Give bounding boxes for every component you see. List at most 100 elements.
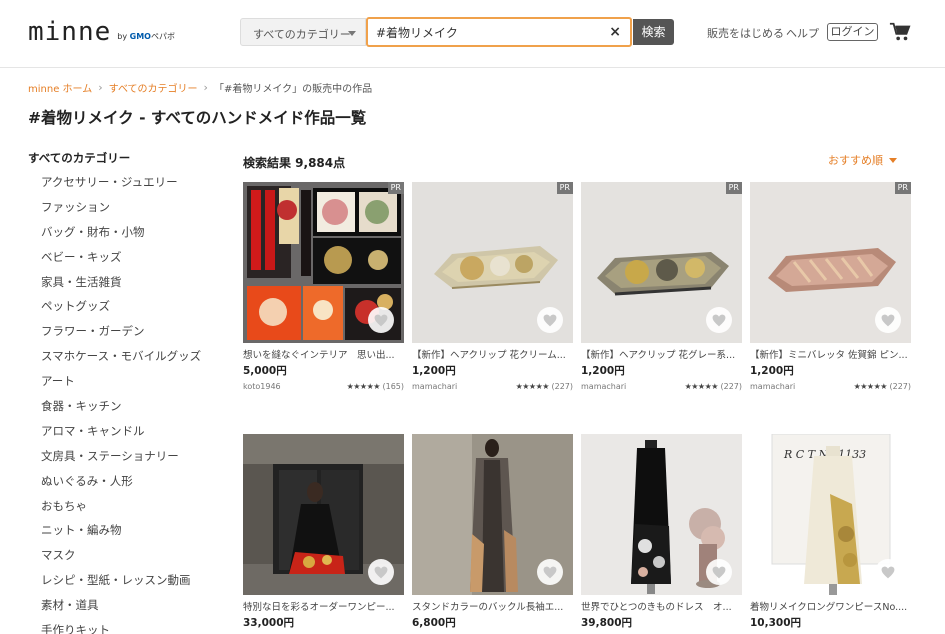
product-price: 33,000円 — [243, 617, 295, 629]
product-card[interactable]: PR 【新作】ヘアクリップ 花グレー系... 1,200円 mamachari … — [581, 182, 742, 393]
sidebar-item-aroma[interactable]: アロマ・キャンドル — [28, 419, 218, 444]
pr-badge: PR — [894, 182, 911, 194]
review-count: (227) — [551, 382, 573, 391]
product-meta: mamachari ★★★★★ (227) — [412, 381, 573, 393]
heart-icon[interactable] — [875, 559, 901, 585]
chevron-down-icon — [348, 31, 356, 36]
product-card[interactable]: スタンドカラーのバックル長袖エ... 6,800円 — [412, 434, 573, 630]
review-count: (165) — [382, 382, 404, 391]
product-image[interactable]: PR — [412, 182, 573, 343]
product-image[interactable] — [581, 434, 742, 595]
search-button[interactable]: 検索 — [633, 19, 674, 45]
sidebar-item-fashion[interactable]: ファッション — [28, 195, 218, 220]
category-select[interactable]: すべてのカテゴリー — [240, 18, 366, 46]
product-title[interactable]: 着物リメイクロングワンピースNo.... — [750, 601, 911, 614]
logo-text: minne — [28, 17, 112, 47]
sidebar-item-recipe[interactable]: レシピ・型紙・レッスン動画 — [28, 568, 218, 593]
heart-icon[interactable] — [368, 307, 394, 333]
product-price: 1,200円 — [412, 365, 456, 377]
rating: ★★★★★ (227) — [685, 381, 742, 393]
sidebar-item-knit[interactable]: ニット・編み物 — [28, 518, 218, 543]
product-card[interactable]: PR 【新作】ヘアクリップ 花クリーム... 1,200円 mamachari … — [412, 182, 573, 393]
category-sidebar: すべてのカテゴリー アクセサリー・ジュエリー ファッション バッグ・財布・小物 … — [28, 150, 218, 634]
sidebar-item-materials[interactable]: 素材・道具 — [28, 593, 218, 618]
search-box: × — [366, 17, 632, 47]
sidebar-item-plush[interactable]: ぬいぐるみ・人形 — [28, 469, 218, 494]
rating-stars: ★★★★★ — [515, 382, 550, 391]
heart-icon[interactable] — [875, 307, 901, 333]
product-title[interactable]: 特別な日を彩るオーダーワンピー... — [243, 601, 404, 614]
sidebar-item-flower[interactable]: フラワー・ガーデン — [28, 319, 218, 344]
review-count: (227) — [720, 382, 742, 391]
product-image[interactable]: R C T No.1133 — [750, 434, 911, 595]
clear-icon[interactable]: × — [609, 23, 621, 41]
pr-badge: PR — [725, 182, 742, 194]
product-image[interactable]: PR — [750, 182, 911, 343]
sidebar-item-accessory[interactable]: アクセサリー・ジュエリー — [28, 170, 218, 195]
product-card[interactable]: 特別な日を彩るオーダーワンピー... 33,000円 — [243, 434, 404, 630]
sidebar-heading[interactable]: すべてのカテゴリー — [28, 150, 218, 166]
sort-dropdown[interactable]: おすすめ順 — [828, 152, 897, 168]
breadcrumb-all-categories[interactable]: すべてのカテゴリー — [109, 80, 198, 95]
sidebar-item-kits[interactable]: 手作りキット — [28, 618, 218, 634]
sidebar-item-art[interactable]: アート — [28, 369, 218, 394]
product-price: 10,300円 — [750, 617, 802, 629]
product-image[interactable]: PR — [243, 182, 404, 343]
page-title: #着物リメイク - すべてのハンドメイド作品一覧 — [28, 109, 367, 127]
rating: ★★★★★ (227) — [854, 381, 911, 393]
heart-icon[interactable] — [537, 307, 563, 333]
pr-badge: PR — [387, 182, 404, 194]
rating-stars: ★★★★★ — [346, 382, 381, 391]
heart-icon[interactable] — [537, 559, 563, 585]
sidebar-item-pet[interactable]: ペットグッズ — [28, 294, 218, 319]
sidebar-item-phone-case[interactable]: スマホケース・モバイルグッズ — [28, 344, 218, 369]
logo-byline: by GMOペパボ — [117, 32, 175, 41]
product-image[interactable] — [243, 434, 404, 595]
sidebar-item-bags[interactable]: バッグ・財布・小物 — [28, 220, 218, 245]
seller-name[interactable]: mamachari — [412, 381, 457, 393]
start-selling-link[interactable]: 販売をはじめる — [707, 25, 784, 41]
sidebar-item-toys[interactable]: おもちゃ — [28, 494, 218, 519]
product-title[interactable]: 世界でひとつのきものドレス オ... — [581, 601, 742, 614]
product-meta: mamachari ★★★★★ (227) — [750, 381, 911, 393]
rating-stars: ★★★★★ — [853, 382, 888, 391]
seller-name[interactable]: mamachari — [750, 381, 795, 393]
product-card[interactable]: 世界でひとつのきものドレス オ... 39,800円 — [581, 434, 742, 630]
product-title[interactable]: 【新作】ヘアクリップ 花クリーム... — [412, 349, 573, 362]
product-card[interactable]: PR 【新作】ミニバレッタ 佐賀錦 ピン... 1,200円 mamachari… — [750, 182, 911, 393]
product-title[interactable]: 想いを縫なぐインテリア 思い出... — [243, 349, 404, 362]
chevron-right-icon: › — [98, 81, 103, 94]
sidebar-item-stationery[interactable]: 文房具・ステーショナリー — [28, 444, 218, 469]
product-price: 5,000円 — [243, 365, 287, 377]
minne-logo[interactable]: minne by GMOペパボ — [28, 18, 175, 46]
product-title[interactable]: スタンドカラーのバックル長袖エ... — [412, 601, 573, 614]
rating-stars: ★★★★★ — [684, 382, 719, 391]
sort-label: おすすめ順 — [828, 154, 883, 167]
rating: ★★★★★ (227) — [516, 381, 573, 393]
heart-icon[interactable] — [706, 307, 732, 333]
sidebar-item-furniture[interactable]: 家具・生活雑貨 — [28, 270, 218, 295]
sidebar-item-mask[interactable]: マスク — [28, 543, 218, 568]
caret-down-icon — [889, 158, 897, 163]
product-meta: mamachari ★★★★★ (227) — [581, 381, 742, 393]
product-title[interactable]: 【新作】ヘアクリップ 花グレー系... — [581, 349, 742, 362]
sidebar-item-kitchen[interactable]: 食器・キッチン — [28, 394, 218, 419]
help-link[interactable]: ヘルプ — [786, 25, 819, 41]
chevron-right-icon: › — [203, 81, 208, 94]
seller-name[interactable]: koto1946 — [243, 381, 281, 393]
login-button[interactable]: ログイン — [827, 23, 878, 41]
site-header: minne by GMOペパボ すべてのカテゴリー × 検索 販売をはじめる ヘ… — [0, 0, 945, 68]
heart-icon[interactable] — [706, 559, 732, 585]
product-card[interactable]: R C T No.1133 着物リメイクロングワンピースNo.... 10,30… — [750, 434, 911, 630]
heart-icon[interactable] — [368, 559, 394, 585]
product-card[interactable]: PR 想いを縫なぐインテリア 思い出... 5,000円 koto1946 ★★… — [243, 182, 404, 393]
product-image[interactable] — [412, 434, 573, 595]
cart-icon[interactable] — [889, 21, 911, 43]
product-image[interactable]: PR — [581, 182, 742, 343]
breadcrumb-home[interactable]: minne ホーム — [28, 80, 92, 95]
sidebar-item-baby-kids[interactable]: ベビー・キッズ — [28, 245, 218, 270]
product-title[interactable]: 【新作】ミニバレッタ 佐賀錦 ピン... — [750, 349, 911, 362]
seller-name[interactable]: mamachari — [581, 381, 626, 393]
review-count: (227) — [889, 382, 911, 391]
search-input[interactable] — [376, 24, 601, 41]
